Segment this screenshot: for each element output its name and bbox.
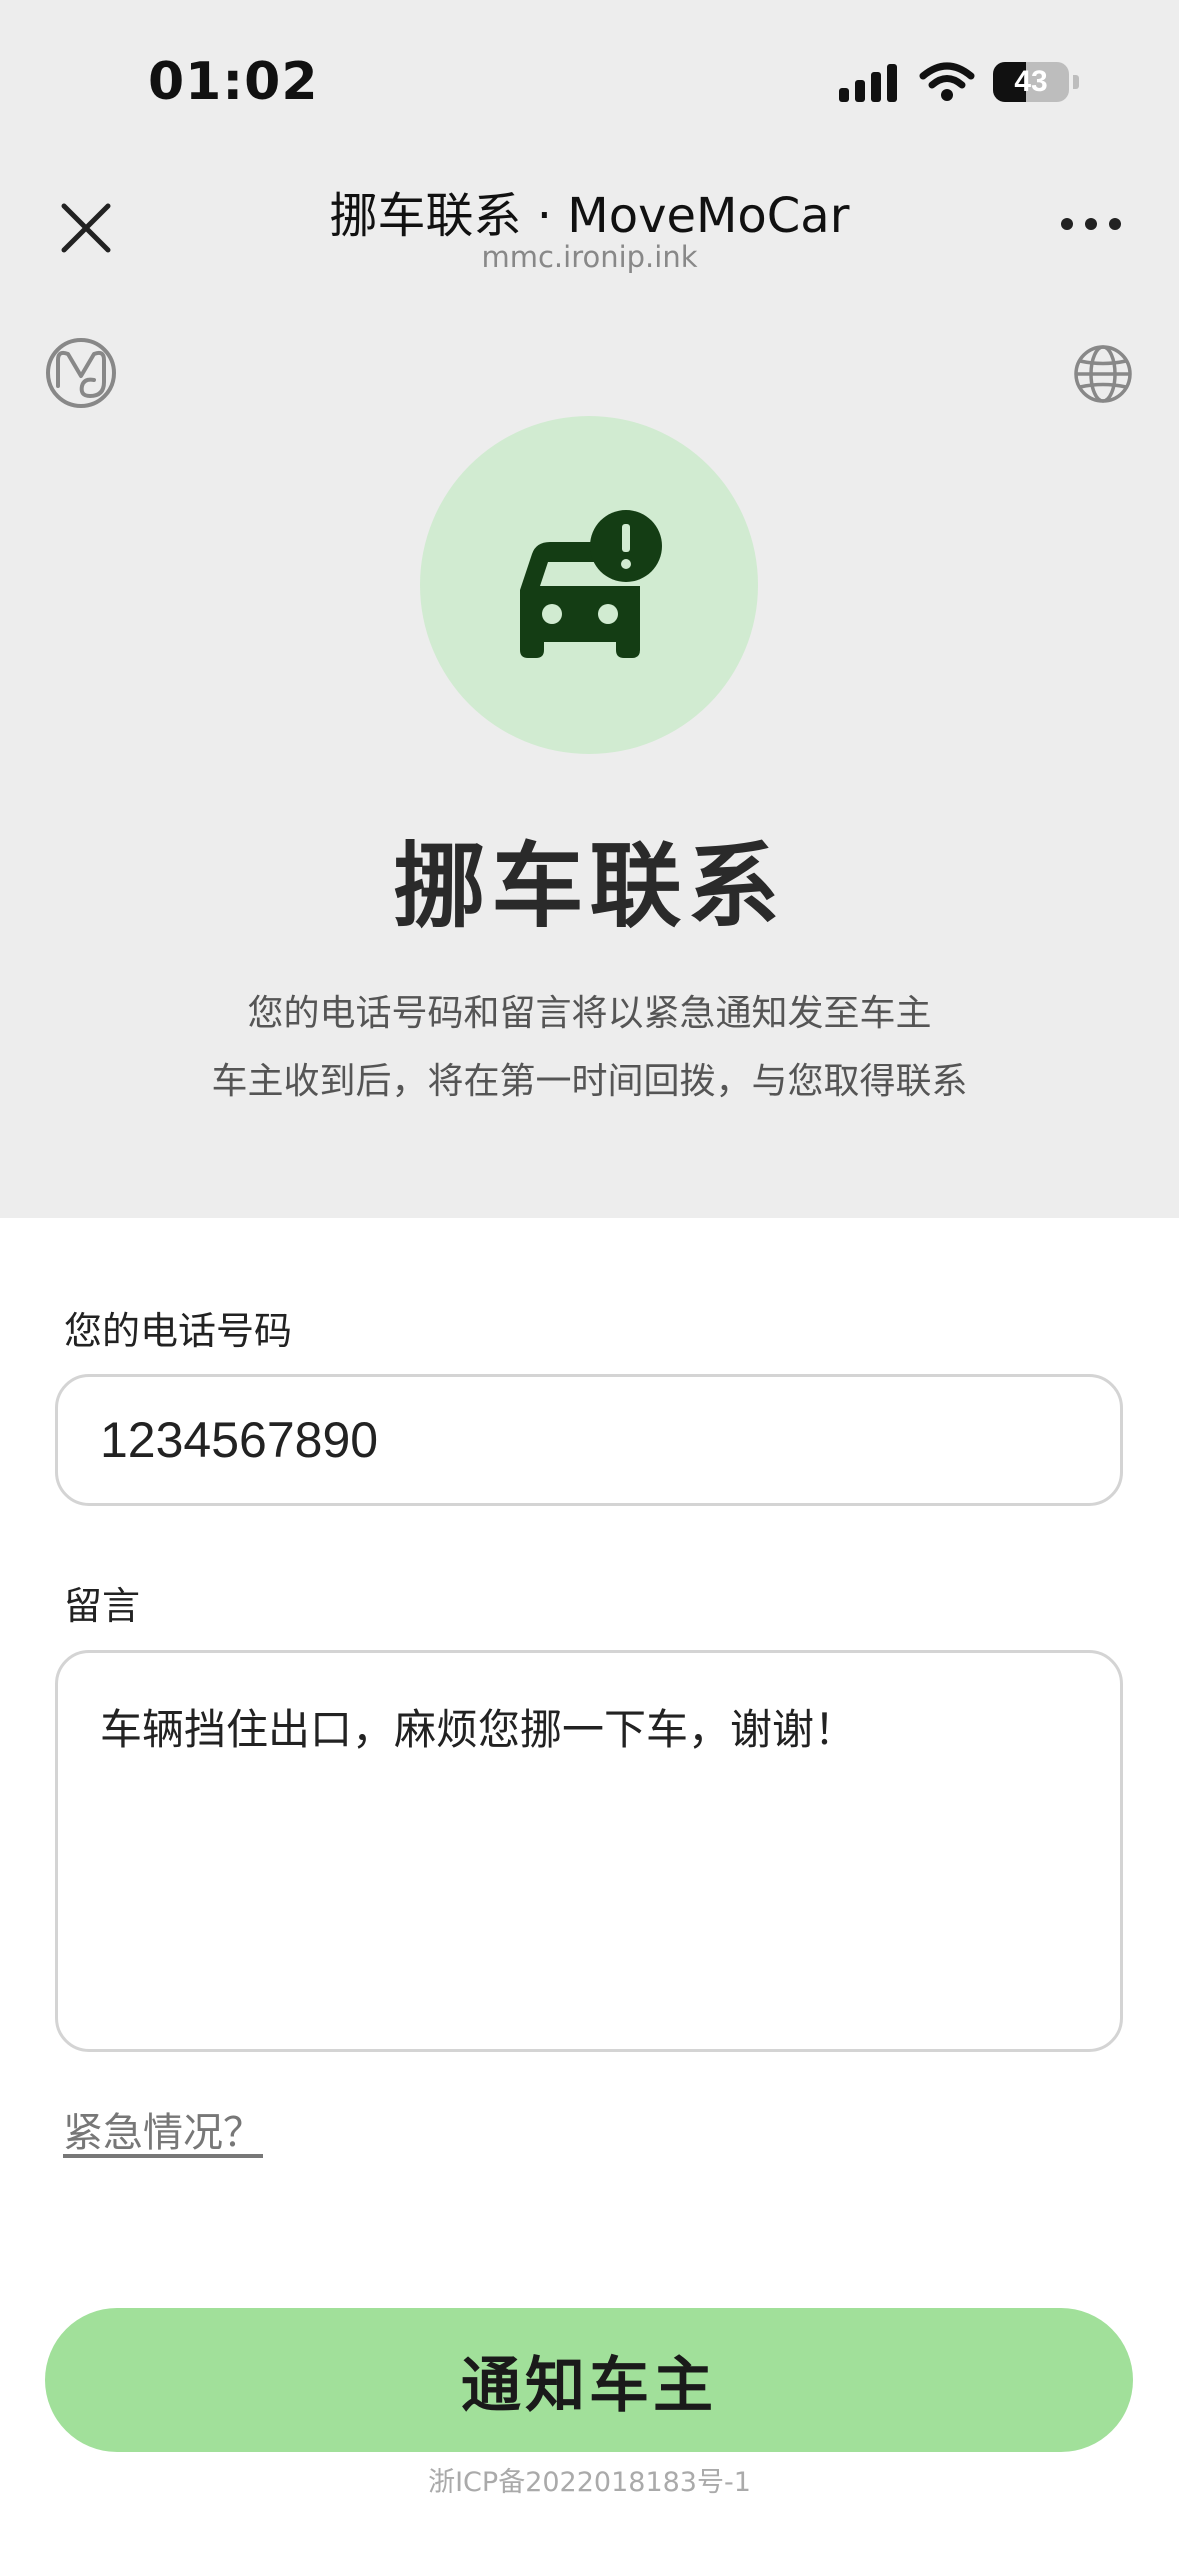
wifi-icon xyxy=(919,62,975,101)
page-url: mmc.ironip.ink xyxy=(481,240,698,274)
icp-footer[interactable]: 浙ICP备2022018183号-1 xyxy=(0,2460,1179,2499)
more-dot xyxy=(1061,218,1073,230)
globe-icon[interactable] xyxy=(1073,344,1133,404)
more-dot xyxy=(1085,218,1097,230)
more-dot xyxy=(1109,218,1121,230)
emergency-link[interactable]: 紧急情况？ xyxy=(63,2100,263,2158)
hero-title: 挪车联系 xyxy=(393,833,786,940)
message-label: 留言 xyxy=(64,1584,141,1628)
phone-label: 您的电话号码 xyxy=(64,1309,293,1353)
hero-description-line1: 您的电话号码和留言将以紧急通知发至车主 xyxy=(247,993,932,1034)
phone-input[interactable] xyxy=(55,1374,1123,1506)
hero-description-line2: 车主收到后，将在第一时间回拨，与您取得联系 xyxy=(211,1061,968,1102)
battery-level: 43 xyxy=(1014,65,1048,98)
car-alert-icon xyxy=(520,510,662,658)
message-input[interactable]: 车辆挡住出口，麻烦您挪一下车，谢谢！ xyxy=(55,1650,1123,2052)
notify-owner-button[interactable]: 通知车主 xyxy=(45,2308,1133,2452)
logo-icon[interactable] xyxy=(44,336,118,410)
signal-icon xyxy=(839,64,897,102)
battery-tip xyxy=(1073,75,1079,89)
page-title: 挪车联系 · MoveMoCar xyxy=(329,188,850,244)
status-time: 01:02 xyxy=(148,52,319,112)
more-icon[interactable] xyxy=(1061,218,1121,230)
battery-indicator: 43 xyxy=(993,62,1069,102)
status-icons: 43 xyxy=(839,62,1079,102)
